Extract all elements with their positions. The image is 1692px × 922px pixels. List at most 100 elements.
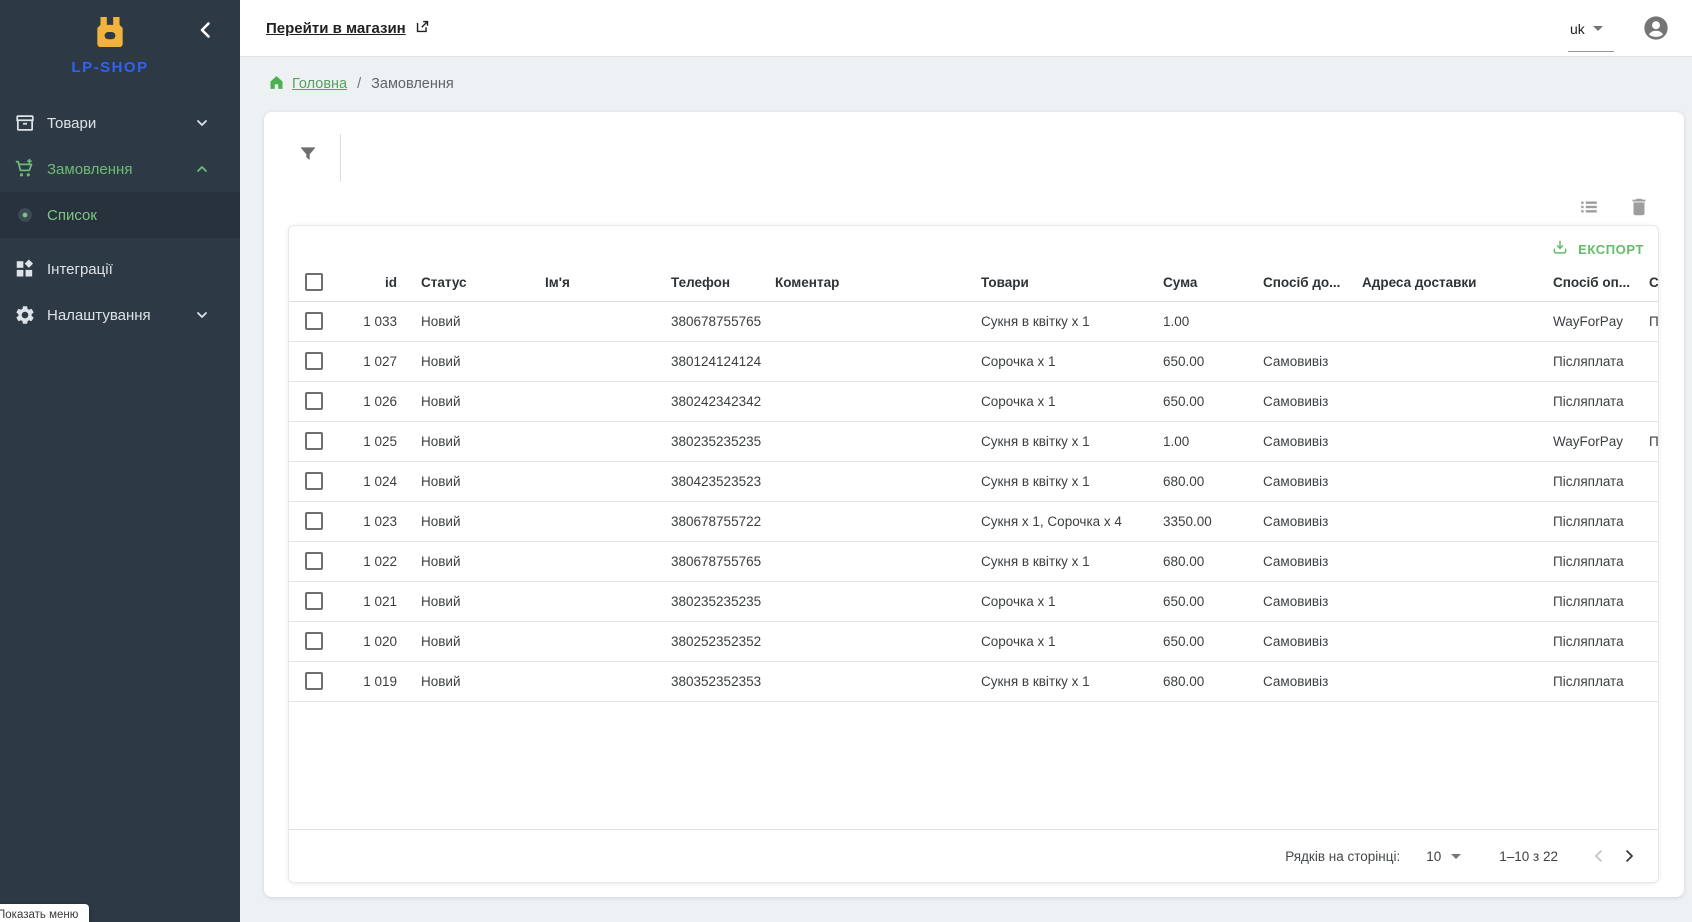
sidebar-item-integrations[interactable]: Інтеграції	[0, 246, 240, 292]
rows-per-page-label: Рядків на сторінці:	[1285, 849, 1400, 864]
table-row[interactable]: 1 021Новий380235235235Сорочка x 1650.00С…	[289, 581, 1659, 621]
checkbox-icon	[305, 592, 323, 610]
row-checkbox[interactable]	[289, 581, 331, 621]
language-value: uk	[1570, 21, 1585, 37]
cell-sum: 650.00	[1149, 341, 1249, 381]
cell-comment	[761, 621, 967, 661]
cell-delivery: Самовивіз	[1249, 341, 1348, 381]
export-label: ЕКСПОРТ	[1578, 242, 1644, 257]
cell-products: Сукня в квітку x 1	[967, 421, 1149, 461]
sidebar-item-label: Інтеграції	[47, 261, 113, 278]
column-header-comment[interactable]: Коментар	[761, 264, 967, 301]
table-row[interactable]: 1 023Новий380678755722Сукня x 1, Сорочка…	[289, 501, 1659, 541]
column-header-status[interactable]: Статус	[407, 264, 531, 301]
column-header-products[interactable]: Товари	[967, 264, 1149, 301]
cell-name	[531, 581, 657, 621]
checkbox-icon	[305, 352, 323, 370]
cell-sum: 680.00	[1149, 541, 1249, 581]
table-row[interactable]: 1 019Новий380352352353Сукня в квітку x 1…	[289, 661, 1659, 701]
cell-address	[1348, 541, 1539, 581]
rows-per-page-select[interactable]: 10	[1426, 849, 1461, 864]
cell-delivery: Самовивіз	[1249, 501, 1348, 541]
cell-sum: 650.00	[1149, 581, 1249, 621]
column-header-phone[interactable]: Телефон	[657, 264, 761, 301]
logo[interactable]: LP-SHOP	[40, 12, 180, 76]
sidebar-collapse-button[interactable]	[194, 18, 218, 42]
pagination-range: 1–10 з 22	[1499, 849, 1558, 864]
sidebar-item-orders-list[interactable]: Список	[0, 192, 240, 238]
select-all-checkbox[interactable]	[289, 264, 331, 301]
column-header-name[interactable]: Ім'я	[531, 264, 657, 301]
cell-payment: Післяплата	[1539, 541, 1635, 581]
column-header-sum[interactable]: Сума	[1149, 264, 1249, 301]
cell-sum: 650.00	[1149, 621, 1249, 661]
sidebar-menu: Товари Замовлення	[0, 100, 240, 338]
table-row[interactable]: 1 027Новий380124124124Сорочка x 1650.00С…	[289, 341, 1659, 381]
column-header-payment-status[interactable]: Ст	[1635, 264, 1659, 301]
column-header-delivery[interactable]: Спосіб до...	[1249, 264, 1348, 301]
row-checkbox[interactable]	[289, 341, 331, 381]
cell-payment-status: Пі	[1635, 301, 1659, 341]
caret-down-icon	[1451, 854, 1461, 859]
next-page-button[interactable]	[1614, 841, 1644, 871]
row-checkbox[interactable]	[289, 501, 331, 541]
cell-name	[531, 661, 657, 701]
cell-id: 1 022	[331, 541, 407, 581]
delete-button[interactable]	[1628, 196, 1650, 218]
previous-page-button[interactable]	[1584, 841, 1614, 871]
checkbox-icon	[305, 432, 323, 450]
cell-id: 1 023	[331, 501, 407, 541]
sidebar-item-settings[interactable]: Налаштування	[0, 292, 240, 338]
cell-payment-status	[1635, 381, 1659, 421]
trash-icon	[1628, 205, 1650, 222]
cell-phone: 380352352353	[657, 661, 761, 701]
sidebar-item-products[interactable]: Товари	[0, 100, 240, 146]
cell-delivery: Самовивіз	[1249, 461, 1348, 501]
column-header-payment[interactable]: Спосіб оп...	[1539, 264, 1635, 301]
row-checkbox[interactable]	[289, 421, 331, 461]
cell-comment	[761, 501, 967, 541]
cell-id: 1 021	[331, 581, 407, 621]
orders-admin-page: LP-SHOP Товари	[0, 0, 1692, 922]
column-header-id[interactable]: id	[331, 264, 407, 301]
cell-products: Сукня в квітку x 1	[967, 301, 1149, 341]
row-checkbox[interactable]	[289, 621, 331, 661]
cell-payment-status	[1635, 501, 1659, 541]
go-to-shop-link[interactable]: Перейти в магазин	[266, 18, 431, 39]
cell-products: Сорочка x 1	[967, 381, 1149, 421]
user-menu-button[interactable]	[1642, 14, 1670, 42]
table-row[interactable]: 1 020Новий380252352352Сорочка x 1650.00С…	[289, 621, 1659, 661]
row-checkbox[interactable]	[289, 301, 331, 341]
cell-comment	[761, 461, 967, 501]
logo-text: LP-SHOP	[40, 59, 180, 76]
cell-payment-status	[1635, 621, 1659, 661]
language-select[interactable]: uk	[1568, 19, 1614, 52]
cell-products: Сукня в квітку x 1	[967, 541, 1149, 581]
table-row[interactable]: 1 033Новий380678755765Сукня в квітку x 1…	[289, 301, 1659, 341]
row-checkbox[interactable]	[289, 541, 331, 581]
cell-name	[531, 621, 657, 661]
row-checkbox[interactable]	[289, 381, 331, 421]
export-button[interactable]: ЕКСПОРТ	[1551, 239, 1644, 260]
cell-address	[1348, 621, 1539, 661]
table-row[interactable]: 1 024Новий380423523523Сукня в квітку x 1…	[289, 461, 1659, 501]
cell-status: Новий	[407, 421, 531, 461]
row-checkbox[interactable]	[289, 661, 331, 701]
filter-button[interactable]	[298, 144, 320, 166]
cell-payment: Післяплата	[1539, 461, 1635, 501]
sidebar-item-orders[interactable]: Замовлення	[0, 146, 240, 192]
cell-products: Сукня в квітку x 1	[967, 461, 1149, 501]
cell-payment-status	[1635, 581, 1659, 621]
select-columns-button[interactable]	[1578, 196, 1600, 218]
radio-dot-icon	[14, 204, 36, 226]
cell-phone: 380423523523	[657, 461, 761, 501]
table-row[interactable]: 1 026Новий380242342342Сорочка x 1650.00С…	[289, 381, 1659, 421]
chevron-down-icon	[194, 307, 210, 327]
chevron-up-icon	[194, 161, 210, 181]
breadcrumb-home-link[interactable]: Головна	[268, 74, 347, 95]
table-row[interactable]: 1 022Новий380678755765Сукня в квітку x 1…	[289, 541, 1659, 581]
column-header-address[interactable]: Адреса доставки	[1348, 264, 1539, 301]
cell-status: Новий	[407, 581, 531, 621]
row-checkbox[interactable]	[289, 461, 331, 501]
table-row[interactable]: 1 025Новий380235235235Сукня в квітку x 1…	[289, 421, 1659, 461]
